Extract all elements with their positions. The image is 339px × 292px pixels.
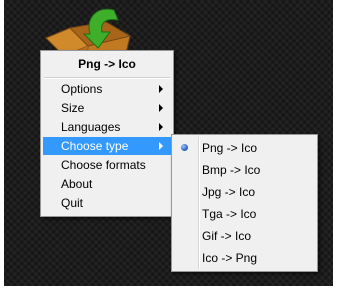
submenu-item-label: Ico -> Png [202, 251, 258, 265]
submenu-item-tga-to-ico[interactable]: Tga -> Ico [174, 204, 315, 224]
menu-item-options[interactable]: Options [43, 80, 171, 98]
radio-selected-icon [181, 144, 188, 151]
submenu-item-label: Tga -> Ico [202, 207, 257, 221]
submenu-arrow-icon [159, 123, 163, 131]
submenu-item-png-to-ico[interactable]: Png -> Ico [174, 138, 315, 158]
menu-item-size[interactable]: Size [43, 99, 171, 117]
submenu-arrow-icon [159, 104, 163, 112]
menu-item-label: About [61, 177, 93, 191]
menu-item-label: Languages [61, 120, 121, 134]
menu-item-label: Options [61, 82, 103, 96]
screenshot-border [0, 286, 339, 292]
submenu-item-label: Gif -> Ico [202, 229, 252, 243]
menu-separator [44, 77, 170, 79]
context-menu: Png -> Ico Options Size Languages Choose… [40, 50, 174, 217]
submenu-item-label: Jpg -> Ico [202, 185, 256, 199]
menu-item-quit[interactable]: Quit [43, 194, 171, 212]
submenu-arrow-icon [159, 142, 163, 150]
submenu-item-ico-to-png[interactable]: Ico -> Png [174, 248, 315, 268]
submenu-item-gif-to-ico[interactable]: Gif -> Ico [174, 226, 315, 246]
menu-item-choose-formats[interactable]: Choose formats [43, 156, 171, 174]
menu-item-label: Size [61, 101, 85, 115]
choose-type-submenu: Png -> Ico Bmp -> Ico Jpg -> Ico Tga -> … [171, 134, 318, 272]
menu-item-label: Choose type [61, 139, 129, 153]
submenu-item-jpg-to-ico[interactable]: Jpg -> Ico [174, 182, 315, 202]
submenu-item-label: Bmp -> Ico [202, 163, 261, 177]
menu-item-label: Quit [61, 196, 84, 210]
menu-item-label: Choose formats [61, 158, 146, 172]
submenu-item-bmp-to-ico[interactable]: Bmp -> Ico [174, 160, 315, 180]
submenu-item-label: Png -> Ico [202, 141, 258, 155]
submenu-arrow-icon [159, 85, 163, 93]
menu-item-languages[interactable]: Languages [43, 118, 171, 136]
menu-item-about[interactable]: About [43, 175, 171, 193]
menu-title: Png -> Ico [78, 57, 136, 71]
menu-item-choose-type[interactable]: Choose type [43, 137, 171, 155]
